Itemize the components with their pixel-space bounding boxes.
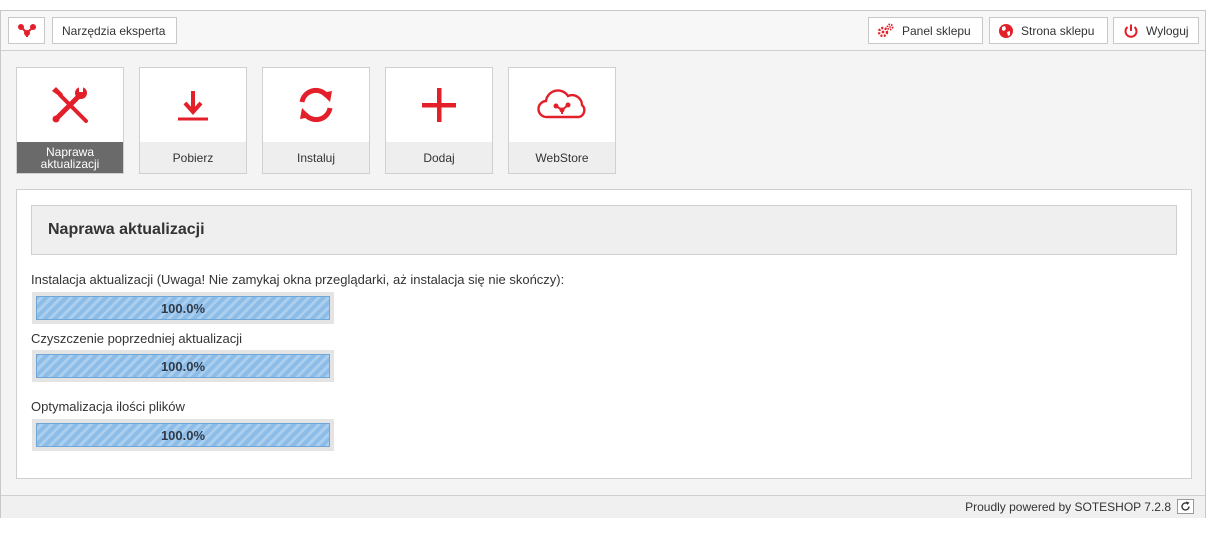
shop-site-button[interactable]: Strona sklepu [989, 17, 1108, 44]
globe-icon [998, 23, 1014, 39]
power-icon [1123, 23, 1139, 39]
refresh-icon [263, 68, 369, 142]
progress-text: 100.0% [160, 300, 206, 316]
powered-by-text: Proudly powered by SOTESHOP 7.2.8 [965, 500, 1171, 514]
tile-label: Pobierz [140, 142, 246, 173]
soteshop-logo-icon [17, 23, 36, 37]
download-icon [140, 68, 246, 142]
refresh-small-icon[interactable] [1177, 499, 1194, 514]
progress-text: 100.0% [160, 427, 206, 443]
task-label-install: Instalacja aktualizacji (Uwaga! Nie zamy… [31, 272, 565, 287]
logo-button[interactable] [8, 17, 45, 44]
tile-webstore[interactable]: WebStore [508, 67, 616, 174]
app-window: Narzędzia eksperta Panel sklepu Strona s… [0, 10, 1206, 518]
logout-label: Wyloguj [1146, 23, 1189, 38]
tile-install[interactable]: Instaluj [262, 67, 370, 174]
shop-panel-label: Panel sklepu [902, 23, 971, 38]
tile-label: WebStore [509, 142, 615, 173]
task-label-cleanup: Czyszczenie poprzedniej aktualizacji [31, 331, 242, 346]
cloud-icon [509, 68, 615, 142]
top-toolbar: Narzędzia eksperta Panel sklepu Strona s… [1, 11, 1205, 51]
wrench-screwdriver-icon [17, 68, 123, 142]
section-title: Naprawa aktualizacji [31, 205, 1177, 255]
logout-button[interactable]: Wyloguj [1113, 17, 1199, 44]
main-content: Naprawa aktualizacji Instalacja aktualiz… [16, 189, 1192, 479]
tile-repair-update[interactable]: Naprawa aktualizacji [16, 67, 124, 174]
expert-tools-button[interactable]: Narzędzia eksperta [52, 17, 177, 44]
progress-bar-install: 100.0% [32, 292, 334, 324]
plus-icon [386, 68, 492, 142]
progress-bar-optimize: 100.0% [32, 419, 334, 451]
progress-bar-cleanup: 100.0% [32, 350, 334, 382]
shop-site-label: Strona sklepu [1021, 23, 1095, 38]
tile-add[interactable]: Dodaj [385, 67, 493, 174]
tile-download[interactable]: Pobierz [139, 67, 247, 174]
tile-label: Naprawa aktualizacji [17, 142, 123, 173]
gears-icon [877, 23, 895, 39]
task-label-optimize: Optymalizacja ilości plików [31, 399, 185, 414]
footer: Proudly powered by SOTESHOP 7.2.8 [1, 495, 1205, 518]
shop-panel-button[interactable]: Panel sklepu [868, 17, 983, 44]
tile-label: Instaluj [263, 142, 369, 173]
expert-tools-label: Narzędzia eksperta [62, 23, 166, 38]
tile-label: Dodaj [386, 142, 492, 173]
progress-text: 100.0% [160, 358, 206, 374]
